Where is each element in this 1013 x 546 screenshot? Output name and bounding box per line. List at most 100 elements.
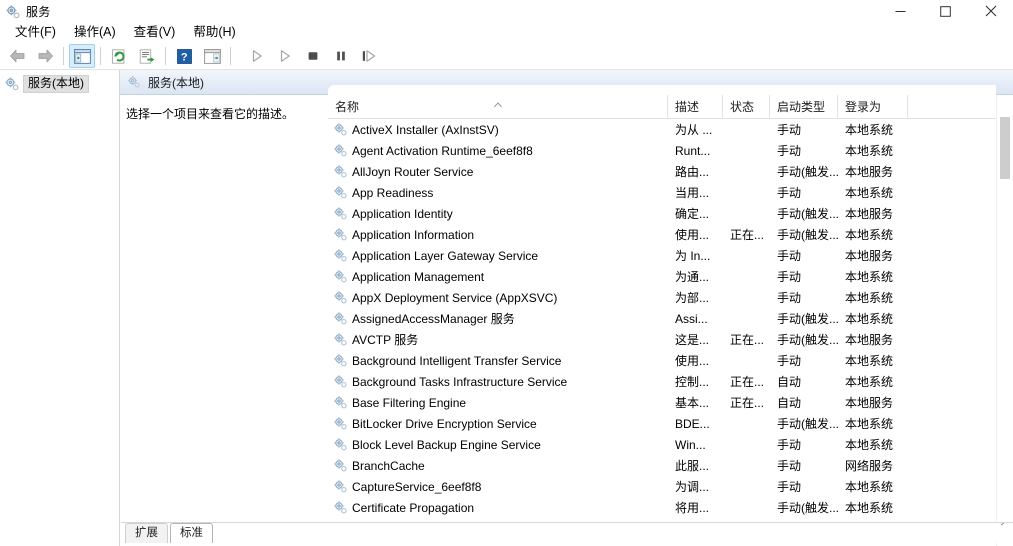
service-name-label: AllJoyn Router Service xyxy=(352,165,473,179)
column-header-name[interactable]: 名称 xyxy=(328,95,668,118)
cell-service-description: 使用... xyxy=(668,224,723,245)
cell-service-log-on-as: 本地服务 xyxy=(838,329,908,350)
toolbar: ? xyxy=(0,43,1013,70)
table-row[interactable]: Application Information使用...正在...手动(触发..… xyxy=(328,224,996,245)
table-row[interactable]: AllJoyn Router Service路由...手动(触发...本地服务 xyxy=(328,161,996,182)
cell-service-log-on-as: 本地服务 xyxy=(838,161,908,182)
start-service-icon[interactable] xyxy=(244,44,270,68)
table-row[interactable]: Background Intelligent Transfer Service使… xyxy=(328,350,996,371)
cell-service-startup-type: 手动 xyxy=(770,119,838,140)
toolbar-separator xyxy=(100,47,101,65)
cell-service-log-on-as: 本地系统 xyxy=(838,140,908,161)
cell-service-status xyxy=(723,203,770,224)
column-header-startup-type-label: 启动类型 xyxy=(777,98,825,115)
service-gear-icon xyxy=(333,122,348,137)
service-gear-icon xyxy=(333,458,348,473)
toolbar-separator xyxy=(230,47,231,65)
cell-service-startup-type: 手动 xyxy=(770,434,838,455)
cell-service-startup-type: 手动(触发... xyxy=(770,329,838,350)
cell-service-status xyxy=(723,119,770,140)
column-header-log-on-as-label: 登录为 xyxy=(845,98,881,115)
cell-service-log-on-as: 本地系统 xyxy=(838,350,908,371)
service-gear-icon xyxy=(333,437,348,452)
cell-service-status xyxy=(723,476,770,497)
table-row[interactable]: CaptureService_6eef8f8为调...手动本地系统 xyxy=(328,476,996,497)
tab-extended[interactable]: 扩展 xyxy=(125,523,168,543)
column-header-log-on-as[interactable]: 登录为 xyxy=(838,95,908,118)
cell-service-description: 为调... xyxy=(668,476,723,497)
table-row[interactable]: ActiveX Installer (AxInstSV)为从 ...手动本地系统 xyxy=(328,119,996,140)
service-name-label: App Readiness xyxy=(352,186,433,200)
scrollbar-thumb[interactable] xyxy=(1000,117,1010,179)
cell-service-name: Background Tasks Infrastructure Service xyxy=(328,371,668,392)
column-header-startup-type[interactable]: 启动类型 xyxy=(770,95,838,118)
table-row[interactable]: Background Tasks Infrastructure Service控… xyxy=(328,371,996,392)
table-row[interactable]: Base Filtering Engine基本...正在...自动本地服务 xyxy=(328,392,996,413)
cell-service-status xyxy=(723,245,770,266)
table-row[interactable]: Application Identity确定...手动(触发...本地服务 xyxy=(328,203,996,224)
cell-service-log-on-as: 本地系统 xyxy=(838,413,908,434)
service-gear-icon xyxy=(333,395,348,410)
help-icon[interactable]: ? xyxy=(171,44,197,68)
cell-service-status xyxy=(723,413,770,434)
tab-standard[interactable]: 标准 xyxy=(170,523,213,543)
close-icon[interactable] xyxy=(968,0,1013,22)
show-action-pane-icon[interactable] xyxy=(199,44,225,68)
cell-service-log-on-as: 本地服务 xyxy=(838,245,908,266)
cell-service-name: Application Management xyxy=(328,266,668,287)
table-row[interactable]: AppX Deployment Service (AppXSVC)为部...手动… xyxy=(328,287,996,308)
forward-arrow-icon[interactable] xyxy=(32,44,58,68)
services-list-scrollbar[interactable] xyxy=(996,95,1013,546)
table-row[interactable]: BranchCache此服...手动网络服务 xyxy=(328,455,996,476)
cell-service-startup-type: 自动 xyxy=(770,392,838,413)
back-arrow-icon[interactable] xyxy=(4,44,30,68)
tree-node-services-local[interactable]: 服务(本地) xyxy=(0,74,119,93)
window-controls xyxy=(878,0,1013,22)
pause-service-icon[interactable] xyxy=(328,44,354,68)
cell-service-log-on-as: 本地服务 xyxy=(838,203,908,224)
cell-service-startup-type: 手动(触发... xyxy=(770,413,838,434)
menu-view[interactable]: 查看(V) xyxy=(125,23,185,43)
results-pane-title: 服务(本地) xyxy=(148,74,204,91)
column-header-description[interactable]: 描述 xyxy=(668,95,723,118)
service-gear-icon xyxy=(333,248,348,263)
resume-service-icon[interactable] xyxy=(272,44,298,68)
cell-service-startup-type: 手动 xyxy=(770,140,838,161)
minimize-icon[interactable] xyxy=(878,0,923,22)
services-list-rows: ActiveX Installer (AxInstSV)为从 ...手动本地系统… xyxy=(328,119,996,546)
table-row[interactable]: AVCTP 服务这是...正在...手动(触发...本地服务 xyxy=(328,329,996,350)
service-gear-icon xyxy=(333,332,348,347)
table-row[interactable]: Certificate Propagation将用...手动(触发...本地系统 xyxy=(328,497,996,518)
cell-service-status xyxy=(723,308,770,329)
service-name-label: Application Layer Gateway Service xyxy=(352,249,538,263)
service-gear-icon xyxy=(333,500,348,515)
menu-action[interactable]: 操作(A) xyxy=(65,23,125,43)
menu-help[interactable]: 帮助(H) xyxy=(184,23,244,43)
table-row[interactable]: App Readiness当用...手动本地系统 xyxy=(328,182,996,203)
show-hide-console-tree-icon[interactable] xyxy=(69,44,95,68)
cell-service-description: Win... xyxy=(668,434,723,455)
table-row[interactable]: Application Management为通...手动本地系统 xyxy=(328,266,996,287)
table-row[interactable]: Block Level Backup Engine ServiceWin...手… xyxy=(328,434,996,455)
stop-service-icon[interactable] xyxy=(300,44,326,68)
restart-service-icon[interactable] xyxy=(356,44,382,68)
cell-service-startup-type: 手动(触发... xyxy=(770,308,838,329)
maximize-icon[interactable] xyxy=(923,0,968,22)
table-row[interactable]: AssignedAccessManager 服务Assi...手动(触发...本… xyxy=(328,308,996,329)
cell-service-name: Agent Activation Runtime_6eef8f8 xyxy=(328,140,668,161)
table-row[interactable]: Agent Activation Runtime_6eef8f8Runt...手… xyxy=(328,140,996,161)
services-list-pane: 名称 描述 状态 启动类型 登录为 xyxy=(327,95,996,546)
service-name-label: Base Filtering Engine xyxy=(352,396,466,410)
menu-file[interactable]: 文件(F) xyxy=(6,23,65,43)
tabstrip-scroll-icon[interactable] xyxy=(1000,522,1007,529)
table-row[interactable]: BitLocker Drive Encryption ServiceBDE...… xyxy=(328,413,996,434)
export-list-icon[interactable] xyxy=(134,44,160,68)
service-description-pane: 选择一个项目来查看它的描述。 xyxy=(120,95,327,546)
cell-service-name: App Readiness xyxy=(328,182,668,203)
console-tree-pane: 服务(本地) xyxy=(0,70,120,546)
service-gear-icon xyxy=(333,374,348,389)
table-row[interactable]: Application Layer Gateway Service为 In...… xyxy=(328,245,996,266)
cell-service-log-on-as: 本地系统 xyxy=(838,371,908,392)
refresh-icon[interactable] xyxy=(106,44,132,68)
column-header-status[interactable]: 状态 xyxy=(723,95,770,118)
